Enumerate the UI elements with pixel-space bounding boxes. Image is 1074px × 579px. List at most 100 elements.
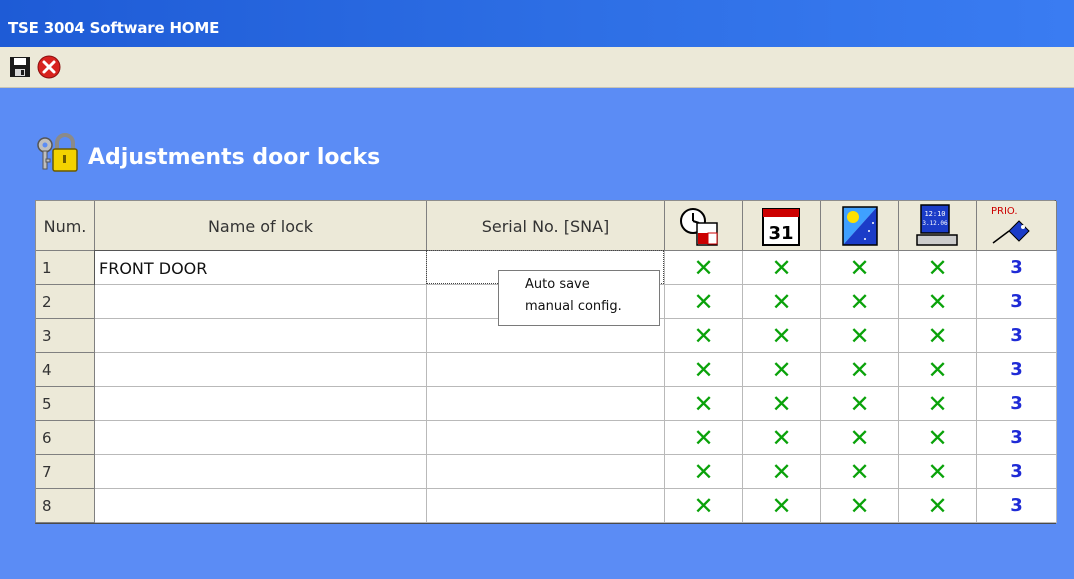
green-x-mark-icon: ✕ bbox=[849, 458, 870, 486]
green-x-mark-icon: ✕ bbox=[771, 492, 792, 520]
row-number-label: 7 bbox=[42, 463, 52, 481]
svg-text:31: 31 bbox=[768, 223, 793, 244]
close-button[interactable] bbox=[37, 55, 61, 79]
flag-cell[interactable]: ✕ bbox=[743, 353, 821, 387]
flag-cell[interactable]: ✕ bbox=[743, 319, 821, 353]
clock-onoff-icon bbox=[680, 208, 718, 246]
green-x-mark-icon: ✕ bbox=[693, 322, 714, 350]
lock-name-cell[interactable] bbox=[95, 285, 427, 319]
green-x-mark-icon: ✕ bbox=[693, 492, 714, 520]
lock-name-cell[interactable] bbox=[95, 353, 427, 387]
tooltip: Auto save manual config. bbox=[498, 270, 660, 326]
window-title: TSE 3004 Software HOME bbox=[8, 19, 220, 37]
serial-cell[interactable] bbox=[427, 455, 665, 489]
flag-cell[interactable]: ✕ bbox=[743, 455, 821, 489]
row-number-label: 3 bbox=[42, 327, 52, 345]
flag-cell[interactable]: ✕ bbox=[821, 455, 899, 489]
row-number[interactable]: 1 bbox=[36, 251, 95, 285]
header-priority[interactable]: PRIO. bbox=[977, 201, 1057, 251]
flag-cell[interactable]: ✕ bbox=[665, 319, 743, 353]
lock-name-text: FRONT DOOR bbox=[99, 259, 208, 278]
toolbar bbox=[0, 47, 1074, 88]
flag-cell[interactable]: ✕ bbox=[743, 421, 821, 455]
calendar-icon: 31 bbox=[762, 208, 800, 246]
header-day-night[interactable] bbox=[821, 201, 899, 251]
flag-cell[interactable]: ✕ bbox=[665, 251, 743, 285]
red-x-close-icon bbox=[37, 55, 61, 79]
row-number[interactable]: 6 bbox=[36, 421, 95, 455]
flag-cell[interactable]: ✕ bbox=[743, 387, 821, 421]
priority-cell[interactable]: 3 bbox=[977, 387, 1057, 421]
header-computer-time[interactable]: 12:10 3.12.06 bbox=[899, 201, 977, 251]
flag-cell[interactable]: ✕ bbox=[821, 489, 899, 523]
flag-cell[interactable]: ✕ bbox=[821, 319, 899, 353]
flag-cell[interactable]: ✕ bbox=[899, 319, 977, 353]
sun-night-icon bbox=[842, 206, 878, 246]
svg-text:3.12.06: 3.12.06 bbox=[922, 220, 948, 227]
priority-value: 3 bbox=[1010, 257, 1023, 278]
header-name[interactable]: Name of lock bbox=[95, 201, 427, 251]
green-x-mark-icon: ✕ bbox=[927, 288, 948, 316]
row-number[interactable]: 5 bbox=[36, 387, 95, 421]
lock-name-cell[interactable] bbox=[95, 455, 427, 489]
header-serial[interactable]: Serial No. [SNA] bbox=[427, 201, 665, 251]
flag-cell[interactable]: ✕ bbox=[899, 285, 977, 319]
serial-cell[interactable] bbox=[427, 353, 665, 387]
flag-cell[interactable]: ✕ bbox=[665, 455, 743, 489]
save-button[interactable] bbox=[8, 55, 32, 79]
flag-cell[interactable]: ✕ bbox=[899, 251, 977, 285]
lock-name-cell[interactable] bbox=[95, 421, 427, 455]
flag-cell[interactable]: ✕ bbox=[665, 353, 743, 387]
flag-cell[interactable]: ✕ bbox=[899, 489, 977, 523]
flag-cell[interactable]: ✕ bbox=[743, 489, 821, 523]
header-calendar[interactable]: 31 bbox=[743, 201, 821, 251]
lock-name-cell[interactable] bbox=[95, 489, 427, 523]
locks-grid[interactable]: Num. Name of lock Serial No. [SNA] 31 12… bbox=[35, 200, 1057, 524]
row-number-label: 2 bbox=[42, 293, 52, 311]
flag-cell[interactable]: ✕ bbox=[821, 421, 899, 455]
header-num-label: Num. bbox=[43, 217, 87, 236]
flag-cell[interactable]: ✕ bbox=[899, 353, 977, 387]
priority-cell[interactable]: 3 bbox=[977, 251, 1057, 285]
green-x-mark-icon: ✕ bbox=[771, 356, 792, 384]
row-number[interactable]: 3 bbox=[36, 319, 95, 353]
green-x-mark-icon: ✕ bbox=[927, 322, 948, 350]
computer-clock-icon: 12:10 3.12.06 bbox=[916, 204, 958, 246]
flag-cell[interactable]: ✕ bbox=[821, 387, 899, 421]
flag-cell[interactable]: ✕ bbox=[743, 285, 821, 319]
green-x-mark-icon: ✕ bbox=[927, 356, 948, 384]
flag-cell[interactable]: ✕ bbox=[821, 285, 899, 319]
header-clock-onoff[interactable] bbox=[665, 201, 743, 251]
row-number[interactable]: 7 bbox=[36, 455, 95, 489]
flag-cell[interactable]: ✕ bbox=[899, 387, 977, 421]
serial-cell[interactable] bbox=[427, 489, 665, 523]
green-x-mark-icon: ✕ bbox=[849, 356, 870, 384]
flag-cell[interactable]: ✕ bbox=[665, 285, 743, 319]
lock-name-cell[interactable] bbox=[95, 319, 427, 353]
green-x-mark-icon: ✕ bbox=[771, 322, 792, 350]
row-number[interactable]: 2 bbox=[36, 285, 95, 319]
lock-name-cell[interactable]: FRONT DOOR bbox=[94, 250, 428, 286]
priority-cell[interactable]: 3 bbox=[977, 455, 1057, 489]
flag-cell[interactable]: ✕ bbox=[665, 387, 743, 421]
flag-cell[interactable]: ✕ bbox=[821, 251, 899, 285]
flag-cell[interactable]: ✕ bbox=[899, 421, 977, 455]
flag-cell[interactable]: ✕ bbox=[665, 489, 743, 523]
flag-cell[interactable]: ✕ bbox=[821, 353, 899, 387]
serial-cell[interactable] bbox=[427, 421, 665, 455]
lock-name-cell[interactable] bbox=[95, 387, 427, 421]
priority-cell[interactable]: 3 bbox=[977, 353, 1057, 387]
serial-cell[interactable] bbox=[427, 387, 665, 421]
priority-cell[interactable]: 3 bbox=[977, 319, 1057, 353]
priority-cell[interactable]: 3 bbox=[977, 285, 1057, 319]
flag-cell[interactable]: ✕ bbox=[743, 251, 821, 285]
flag-cell[interactable]: ✕ bbox=[899, 455, 977, 489]
green-x-mark-icon: ✕ bbox=[771, 458, 792, 486]
priority-cell[interactable]: 3 bbox=[977, 489, 1057, 523]
green-x-mark-icon: ✕ bbox=[693, 424, 714, 452]
tooltip-line-2: manual config. bbox=[525, 299, 622, 314]
row-number[interactable]: 4 bbox=[36, 353, 95, 387]
flag-cell[interactable]: ✕ bbox=[665, 421, 743, 455]
priority-cell[interactable]: 3 bbox=[977, 421, 1057, 455]
row-number[interactable]: 8 bbox=[36, 489, 95, 523]
